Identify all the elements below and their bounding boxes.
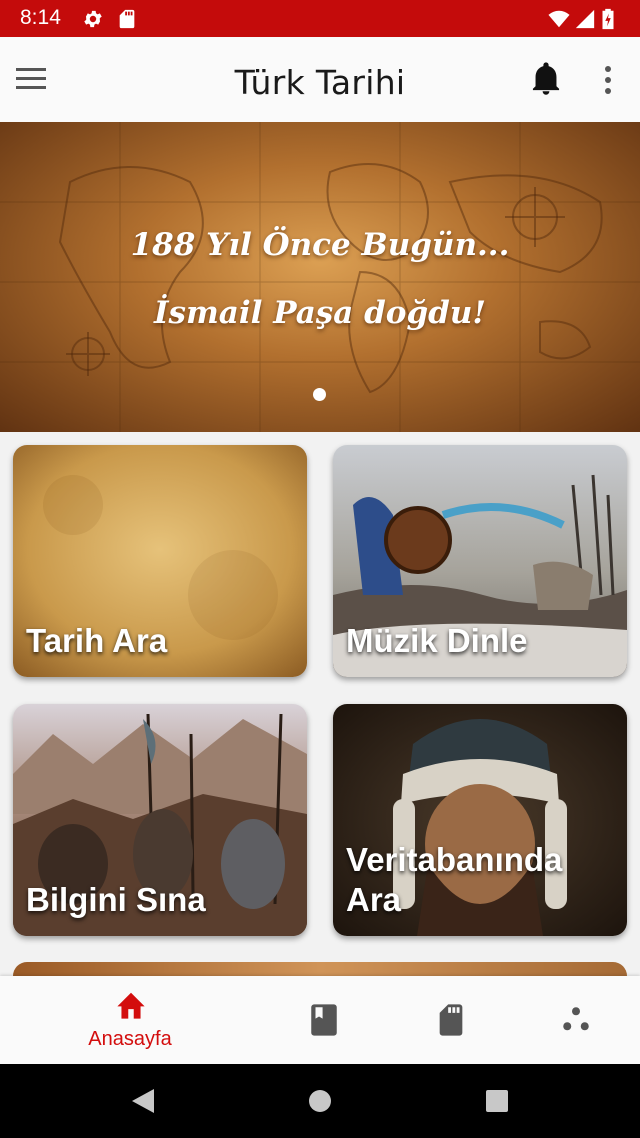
card-label: Tarih Ara: [26, 622, 168, 659]
bottom-navigation: Anasayfa: [0, 976, 640, 1064]
page-indicator-dot: [313, 388, 326, 401]
book-icon: [311, 1004, 337, 1036]
home-icon: [117, 992, 145, 1019]
card-label: Müzik Dinle: [346, 622, 528, 659]
nav-item-home[interactable]: Anasayfa: [50, 976, 210, 1064]
sd-card-icon: [119, 9, 135, 29]
world-map-image: [0, 122, 640, 432]
sd-card-icon: [439, 1004, 463, 1036]
wifi-icon: [548, 10, 570, 28]
more-vert-icon[interactable]: [598, 64, 618, 96]
battery-icon: [602, 8, 614, 30]
back-icon[interactable]: [130, 1087, 156, 1115]
card-tarih-ara[interactable]: Tarih Ara: [13, 445, 307, 677]
card-bilgini-sina[interactable]: Bilgini Sına: [13, 704, 307, 936]
home-circle-icon[interactable]: [308, 1089, 332, 1113]
signal-icon: [575, 9, 595, 29]
nav-label-home: Anasayfa: [88, 1028, 172, 1050]
status-time: 8:14: [20, 6, 61, 29]
card-muzik-dinle[interactable]: Müzik Dinle: [333, 445, 627, 677]
recents-icon[interactable]: [485, 1089, 509, 1113]
card-label: Veritabanında Ara: [346, 841, 563, 918]
banner-headline: 188 Yıl Önce Bugün...: [130, 227, 510, 263]
scatter-dots-icon: [563, 1007, 589, 1031]
status-bar: 8:14: [0, 0, 640, 37]
card-veritabaninda-ara[interactable]: Veritabanında Ara: [333, 704, 627, 936]
card-label: Bilgini Sına: [26, 881, 206, 918]
nav-item-more[interactable]: [496, 976, 640, 1064]
system-navigation-bar: [0, 1064, 640, 1138]
notifications-icon[interactable]: [530, 62, 562, 96]
menu-icon[interactable]: [16, 68, 46, 90]
history-banner[interactable]: 188 Yıl Önce Bugün... İsmail Paşa doğdu!: [0, 122, 640, 432]
banner-subline: İsmail Paşa doğdu!: [154, 295, 486, 331]
settings-icon: [84, 10, 102, 28]
